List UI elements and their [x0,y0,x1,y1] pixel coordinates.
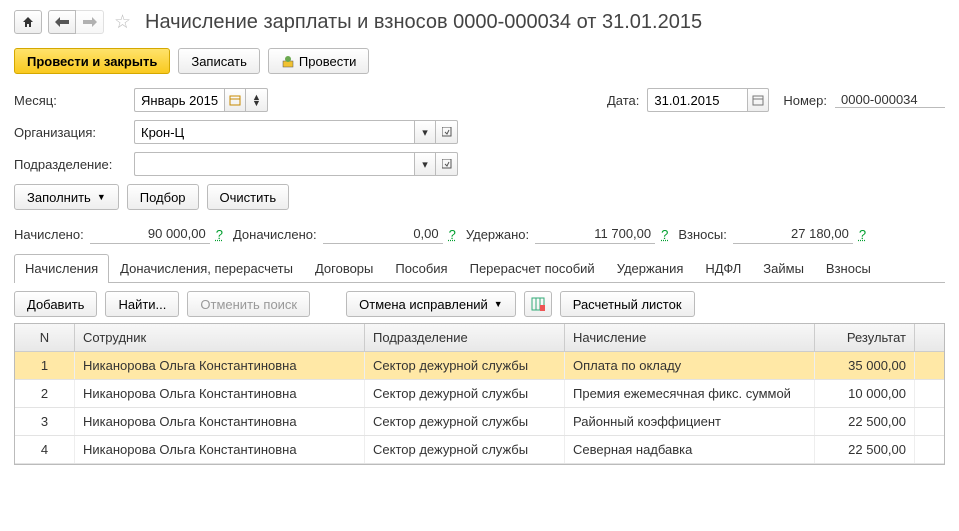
dept-input[interactable] [134,152,414,176]
help-icon[interactable]: ? [661,227,668,242]
cell-employee: Никанорова Ольга Константиновна [75,352,365,379]
table-row[interactable]: 3Никанорова Ольга КонстантиновнаСектор д… [15,408,944,436]
cancel-search-button[interactable]: Отменить поиск [187,291,310,317]
add-accrued-label: Доначислено: [233,227,317,242]
help-icon[interactable]: ? [216,227,223,242]
arrow-left-icon [55,17,69,27]
dept-label: Подразделение: [14,157,134,172]
contrib-value: 27 180,00 [733,224,853,244]
cell-result: 35 000,00 [815,352,915,379]
number-field: 0000-000034 [835,92,945,108]
grid: N Сотрудник Подразделение Начисление Рез… [14,323,945,465]
cell-n: 4 [15,436,75,463]
cell-department: Сектор дежурной службы [365,436,565,463]
calendar-icon [229,94,241,106]
cell-result: 10 000,00 [815,380,915,407]
tab-8[interactable]: Взносы [815,254,882,283]
post-icon [281,54,295,68]
home-button[interactable] [14,10,42,34]
cell-accrual: Премия ежемесячная фикс. суммой [565,380,815,407]
save-button[interactable]: Записать [178,48,260,74]
dept-dropdown-button[interactable]: ▾ [414,152,436,176]
arrow-right-icon [83,17,97,27]
favorite-icon[interactable]: ☆ [114,11,131,34]
tab-4[interactable]: Перерасчет пособий [459,254,606,283]
cell-employee: Никанорова Ольга Константиновна [75,436,365,463]
add-button[interactable]: Добавить [14,291,97,317]
date-label: Дата: [607,93,639,108]
month-stepper-button[interactable]: ▲▼ [246,88,268,112]
col-employee[interactable]: Сотрудник [75,324,365,351]
clear-button[interactable]: Очистить [207,184,290,210]
date-picker-button[interactable] [747,88,769,112]
open-icon [442,159,452,169]
forward-button[interactable] [76,10,104,34]
tab-2[interactable]: Договоры [304,254,384,283]
number-label: Номер: [783,93,827,108]
col-department[interactable]: Подразделение [365,324,565,351]
cell-accrual: Северная надбавка [565,436,815,463]
cell-n: 1 [15,352,75,379]
table-row[interactable]: 2Никанорова Ольга КонстантиновнаСектор д… [15,380,944,408]
calendar-icon [752,94,764,106]
tab-1[interactable]: Доначисления, перерасчеты [109,254,304,283]
month-input[interactable] [134,88,224,112]
tabs: НачисленияДоначисления, перерасчетыДогов… [14,254,945,283]
post-button-label: Провести [299,54,357,69]
cell-n: 3 [15,408,75,435]
cell-result: 22 500,00 [815,436,915,463]
org-dropdown-button[interactable]: ▾ [414,120,436,144]
month-label: Месяц: [14,93,134,108]
home-icon [21,15,35,29]
accrued-value: 90 000,00 [90,224,210,244]
add-accrued-value: 0,00 [323,224,443,244]
help-icon[interactable]: ? [859,227,866,242]
cell-accrual: Районный коэффициент [565,408,815,435]
tab-5[interactable]: Удержания [606,254,695,283]
fill-button[interactable]: Заполнить▼ [14,184,119,210]
caret-down-icon: ▼ [494,299,503,309]
post-close-button[interactable]: Провести и закрыть [14,48,170,74]
cell-department: Сектор дежурной службы [365,408,565,435]
caret-down-icon: ▼ [97,192,106,202]
accrued-label: Начислено: [14,227,84,242]
tab-6[interactable]: НДФЛ [694,254,752,283]
find-button[interactable]: Найти... [105,291,179,317]
cell-result: 22 500,00 [815,408,915,435]
payslip-button[interactable]: Расчетный листок [560,291,695,317]
back-button[interactable] [48,10,76,34]
col-extra[interactable] [915,324,935,351]
withheld-label: Удержано: [466,227,529,242]
withheld-value: 11 700,00 [535,224,655,244]
col-n[interactable]: N [15,324,75,351]
cell-accrual: Оплата по окладу [565,352,815,379]
page-title: Начисление зарплаты и взносов 0000-00003… [145,11,702,34]
date-input[interactable] [647,88,747,112]
cell-n: 2 [15,380,75,407]
month-picker-button[interactable] [224,88,246,112]
org-open-button[interactable] [436,120,458,144]
open-icon [442,127,452,137]
table-row[interactable]: 4Никанорова Ольга КонстантиновнаСектор д… [15,436,944,464]
org-input[interactable] [134,120,414,144]
contrib-label: Взносы: [678,227,727,242]
cell-employee: Никанорова Ольга Константиновна [75,380,365,407]
cell-department: Сектор дежурной службы [365,352,565,379]
cancel-fix-button[interactable]: Отмена исправлений▼ [346,291,516,317]
column-settings-button[interactable] [524,291,552,317]
col-accrual[interactable]: Начисление [565,324,815,351]
tab-0[interactable]: Начисления [14,254,109,283]
org-label: Организация: [14,125,134,140]
cell-employee: Никанорова Ольга Константиновна [75,408,365,435]
cell-department: Сектор дежурной службы [365,380,565,407]
columns-icon [531,297,545,311]
tab-7[interactable]: Займы [752,254,815,283]
dept-open-button[interactable] [436,152,458,176]
table-row[interactable]: 1Никанорова Ольга КонстантиновнаСектор д… [15,352,944,380]
post-button[interactable]: Провести [268,48,370,74]
tab-3[interactable]: Пособия [384,254,458,283]
select-button[interactable]: Подбор [127,184,199,210]
col-result[interactable]: Результат [815,324,915,351]
help-icon[interactable]: ? [449,227,456,242]
